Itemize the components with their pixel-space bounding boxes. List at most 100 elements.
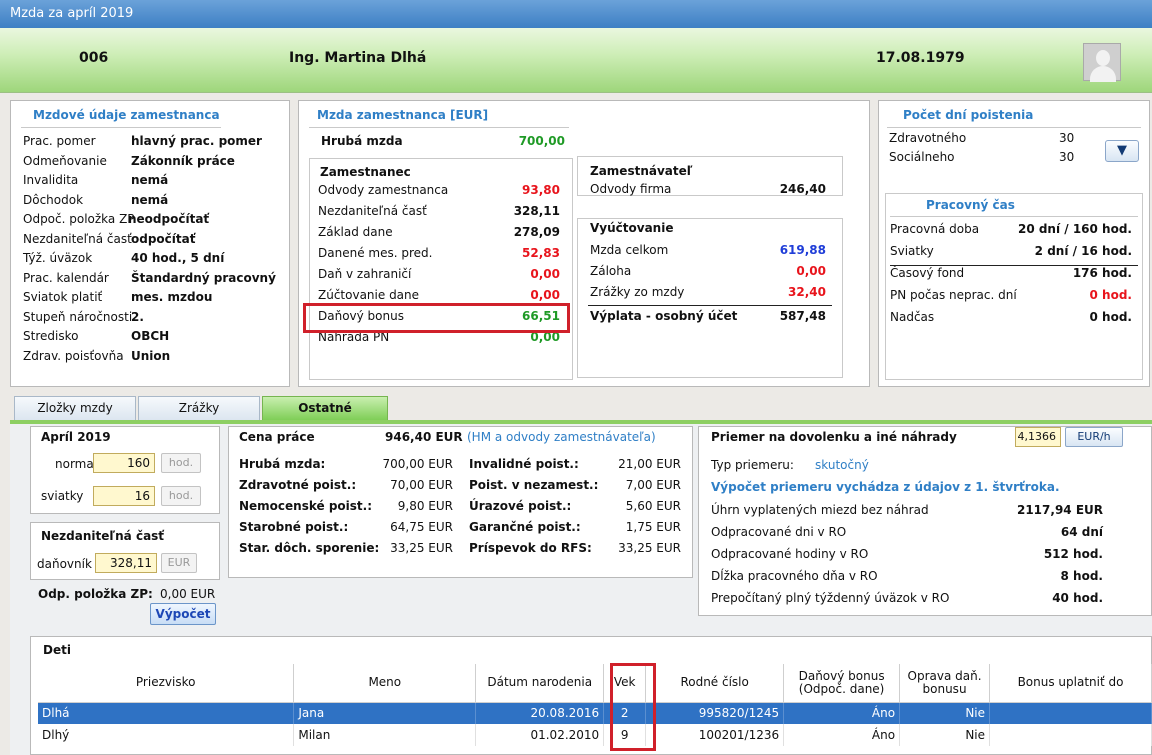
labor-cost-item-label: Príspevok do RFS: [469,541,592,555]
employee-wage-value: 93,80 [522,183,560,197]
norma-input[interactable]: 160 [93,453,155,473]
tab-wage-components[interactable]: Zložky mzdy [14,396,136,420]
employee-wage-value: 52,83 [522,246,560,260]
employer-contrib-value: 246,40 [779,182,826,196]
payout-value: 587,48 [779,309,826,323]
taxpayer-input[interactable]: 328,11 [95,553,157,573]
taxpayer-unit-button[interactable]: EUR [161,553,197,573]
employee-wage-value: 278,09 [513,225,560,239]
expand-chevron-down-icon[interactable]: ▼ [1105,140,1139,162]
settlement-value: 619,88 [779,243,826,257]
labor-cost-item-value: 7,00 EUR [625,478,681,492]
labor-cost-item-value: 21,00 EUR [618,457,681,471]
employee-data-label: Nezdaniteľná časť [23,231,132,246]
average-item-label: Prepočítaný plný týždenný úväzok v RO [711,591,950,605]
settlement-label: Záloha [590,264,632,278]
employer-group: Zamestnávateľ Odvody firma 246,40 [577,156,843,196]
window-titlebar: Mzda za apríl 2019 [0,0,1152,28]
payout-label: Výplata - osobný účet [590,309,738,323]
table-cell: Nie [899,702,991,724]
insurance-health-label: Zdravotného [889,131,967,145]
gross-wage-label: Hrubá mzda [321,134,403,148]
employee-wage-value: 328,11 [513,204,560,218]
average-note: Výpočet priemeru vychádza z údajov z 1. … [711,480,1060,494]
taxpayer-label: daňovník [37,557,92,571]
labor-cost-item-label: Úrazové poist.: [469,499,572,513]
employee-wage-label: Nezdaniteľná časť [318,204,427,218]
labor-cost-item-value: 33,25 EUR [618,541,681,555]
employee-data-value: hlavný prac. pomer [131,134,262,148]
employee-wage-value: 66,51 [522,309,560,323]
table-cell: Nie [899,724,991,746]
month-title: Apríl 2019 [41,430,111,444]
working-time-value: 0 hod. [1089,310,1132,324]
labor-cost-item-label: Hrubá mzda: [239,457,326,471]
employee-data-value: neodpočítať [128,212,210,226]
employee-wage-value: 0,00 [530,288,560,302]
table-cell: Milan [293,724,477,746]
window-title: Mzda za apríl 2019 [10,6,134,21]
settlement-value: 32,40 [788,285,826,299]
employee-group: Zamestnanec Odvody zamestnanca 93,80 Nezda… [309,158,573,380]
employee-data-label: Odpoč. položka ZP [23,212,135,226]
employer-contrib-label: Odvody firma [590,182,672,196]
employee-wage-label: Základ dane [318,225,393,239]
average-item-label: Úhrn vyplatených miezd bez náhrad [711,503,929,517]
table-cell: 100201/1236 [645,724,785,746]
employee-wage-label: Daň v zahraničí [318,267,412,281]
wage-title: Mzda zamestnanca [EUR] [317,108,489,122]
labor-cost-item-label: Poist. v nezamest.: [469,478,599,492]
children-column-header: Daňový bonus (Odpoč. dane) [783,664,901,703]
employee-wage-label: Náhrada PN [318,330,390,344]
labor-cost-panel: Cena práce 946,40 EUR (HM a odvody zames… [228,426,693,578]
employee-wage-value: 0,00 [530,267,560,281]
table-cell [989,702,1152,724]
holidays-input[interactable]: 16 [93,486,155,506]
holidays-unit-button[interactable]: hod. [161,486,201,506]
employee-wage-label: Daňový bonus [318,309,404,323]
month-panel: Apríl 2019 norma 160 hod. sviatky 16 hod… [30,426,220,514]
employee-data-value: 2. [131,309,144,324]
employee-data-label: Invalidita [23,173,79,187]
insurance-days-title: Počet dní poistenia [903,108,1034,122]
children-column-header: Vek [603,664,647,703]
settlement-group-title: Vyúčtovanie [590,221,674,235]
table-cell: 9 [603,724,647,746]
average-rate-unit-button[interactable]: EUR/h [1065,427,1123,447]
working-time-label: Sviatky [890,244,934,258]
norma-unit-button[interactable]: hod. [161,453,201,473]
employee-data-label: Dôchodok [23,192,84,207]
employee-photo-icon[interactable] [1083,43,1121,82]
average-item-value: 512 hod. [1043,547,1103,561]
employee-data-label: Stupeň náročnosti [23,309,133,324]
working-time-value: 176 hod. [1072,266,1132,280]
wage-panel: Mzda zamestnanca [EUR] Hrubá mzda 700,00… [298,100,870,387]
employee-data-value: nemá [131,173,169,187]
labor-cost-item-value: 5,60 EUR [625,499,681,513]
labor-cost-item-label: Starobné poist.: [239,520,349,534]
employee-data-title: Mzdové údaje zamestnanca [33,108,220,122]
tab-other[interactable]: Ostatné [262,396,388,420]
working-time-title: Pracovný čas [926,198,1015,212]
table-row[interactable]: Dlhý Milan 01.02.2010 9 100201/1236 Áno Nie [38,724,1152,746]
children-column-header: Meno [293,664,477,703]
labor-cost-item-value: 700,00 EUR [382,457,453,471]
calculate-button[interactable]: Výpočet [150,603,216,625]
employee-data-value: nemá [131,192,169,207]
table-cell: Jana [293,702,477,724]
average-item-value: 2117,94 EUR [1016,503,1103,517]
settlement-group: Vyúčtovanie Mzda celkom 619,88 Záloha 0,00 Z… [577,218,843,378]
table-row[interactable]: Dlhá Jana 20.08.2016 2 995820/1245 Áno Nie [38,702,1152,724]
working-time-label: Nadčas [890,310,935,324]
labor-cost-value: 946,40 EUR [385,430,463,444]
working-time-value: 0 hod. [1089,288,1132,302]
children-column-header: Priezvisko [38,664,295,703]
average-rate-input[interactable]: 4,1366 [1015,427,1061,447]
children-title: Deti [43,643,71,657]
tab-deductions[interactable]: Zrážky [138,396,260,420]
employee-wage-label: Zúčtovanie dane [318,288,420,302]
insurance-social-value: 30 [1059,150,1075,164]
employee-data-value: Zákonník práce [131,153,235,168]
employee-data-label: Stredisko [23,329,79,343]
average-item-value: 64 dní [1060,525,1103,539]
